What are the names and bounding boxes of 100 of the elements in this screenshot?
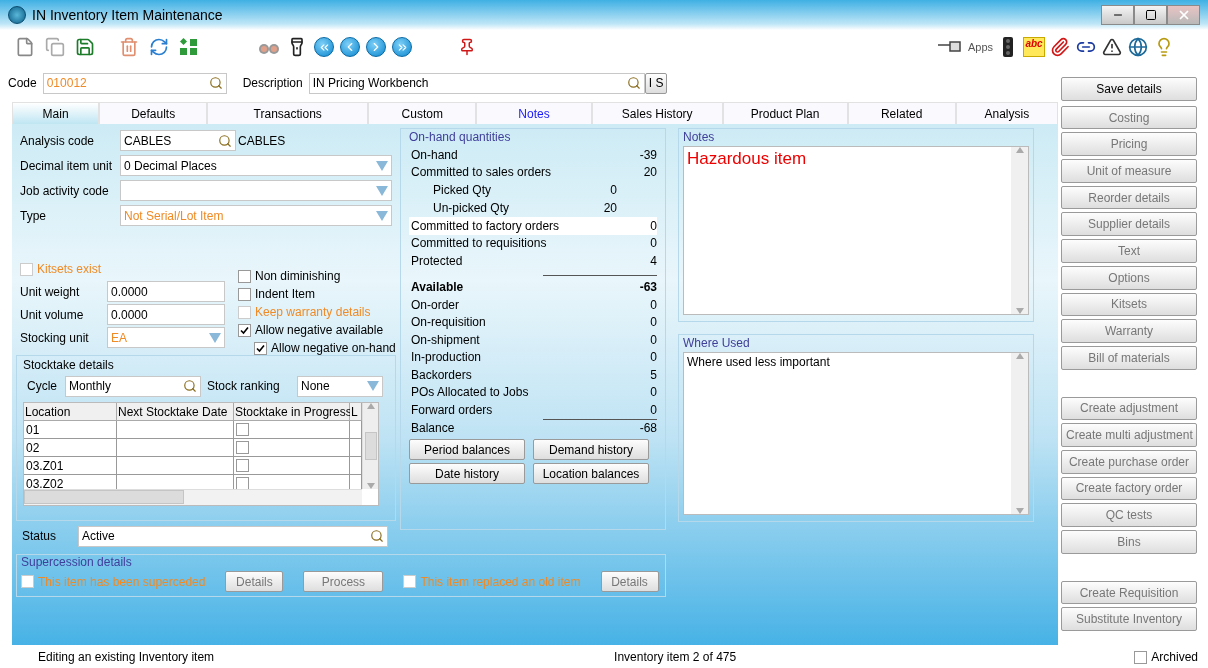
dropdown-field[interactable] bbox=[120, 180, 392, 201]
input-field[interactable]: CABLES bbox=[120, 130, 236, 151]
dropdown-field[interactable]: None bbox=[297, 375, 383, 397]
scroll-up-icon[interactable] bbox=[1015, 353, 1024, 359]
tab[interactable]: Sales History bbox=[591, 102, 723, 124]
quantity-value: 0 bbox=[650, 350, 657, 365]
search-icon[interactable] bbox=[208, 76, 223, 90]
dropdown-arrow-icon[interactable] bbox=[376, 210, 388, 221]
action-button[interactable]: Details bbox=[225, 571, 284, 592]
field-label: Status bbox=[22, 529, 58, 543]
status-field[interactable]: Active bbox=[78, 525, 388, 547]
search-icon[interactable] bbox=[218, 133, 232, 148]
action-button[interactable]: Details bbox=[600, 571, 659, 592]
maximize-button[interactable] bbox=[1134, 5, 1167, 25]
input-field[interactable]: Monthly bbox=[65, 375, 201, 397]
quantity-value: 0 bbox=[650, 315, 657, 330]
tab[interactable]: Product Plan bbox=[722, 102, 848, 124]
quantity-label: On-hand bbox=[411, 147, 458, 162]
checkbox[interactable] bbox=[238, 287, 251, 301]
scroll-down-icon[interactable] bbox=[1015, 508, 1024, 514]
apps-label[interactable]: Apps bbox=[968, 41, 994, 53]
tab[interactable]: Main bbox=[12, 102, 100, 124]
vertical-scrollbar[interactable] bbox=[1011, 353, 1028, 514]
tab[interactable]: Custom bbox=[368, 102, 477, 124]
scroll-up-icon[interactable] bbox=[1015, 147, 1024, 153]
previous-record-button[interactable] bbox=[340, 37, 360, 57]
action-button[interactable]: Location balances bbox=[533, 463, 649, 484]
scroll-down-icon[interactable] bbox=[366, 483, 375, 489]
checkbox-label: Allow negative on-hand bbox=[271, 341, 396, 355]
vertical-scrollbar[interactable] bbox=[362, 403, 378, 489]
minimize-button[interactable] bbox=[1101, 5, 1134, 25]
quantity-value: -39 bbox=[639, 147, 657, 162]
horizontal-scrollbar[interactable] bbox=[24, 489, 362, 505]
notes-field[interactable]: Hazardous item bbox=[683, 146, 1029, 315]
checkbox[interactable] bbox=[238, 269, 251, 283]
action-button[interactable]: Process bbox=[303, 571, 384, 592]
checkbox[interactable] bbox=[254, 341, 267, 355]
scroll-down-icon[interactable] bbox=[1015, 308, 1024, 314]
action-button[interactable]: Date history bbox=[409, 463, 525, 484]
tab[interactable]: Notes bbox=[476, 102, 592, 124]
refresh-icon[interactable] bbox=[148, 36, 170, 58]
column-header[interactable]: Stocktake in Progress bbox=[234, 403, 350, 421]
search-icon[interactable] bbox=[626, 76, 641, 90]
checkbox[interactable] bbox=[20, 262, 33, 276]
where-used-field[interactable]: Where used less important bbox=[683, 352, 1029, 515]
vertical-scrollbar[interactable] bbox=[1011, 147, 1028, 314]
input-field[interactable]: 0.0000 bbox=[107, 304, 225, 325]
description-label: Description bbox=[242, 76, 303, 90]
globe-search-icon[interactable] bbox=[1127, 36, 1150, 58]
search-icon[interactable] bbox=[370, 529, 384, 543]
last-record-button[interactable] bbox=[392, 37, 412, 57]
column-header[interactable]: L bbox=[350, 403, 362, 421]
dropdown-arrow-icon[interactable] bbox=[367, 381, 379, 391]
search-icon[interactable] bbox=[183, 379, 197, 393]
dropdown-field[interactable]: 0 Decimal Places bbox=[120, 155, 392, 176]
dropdown-arrow-icon[interactable] bbox=[376, 185, 388, 196]
checkbox[interactable] bbox=[238, 323, 251, 337]
spellcheck-icon[interactable]: abc bbox=[1023, 37, 1046, 57]
tab[interactable]: Transactions bbox=[207, 102, 369, 124]
action-button[interactable]: Demand history bbox=[533, 439, 649, 460]
checkbox-label: This item has been superceded bbox=[38, 574, 206, 589]
field-label: Job activity code bbox=[20, 183, 110, 198]
dropdown-arrow-icon[interactable] bbox=[376, 160, 388, 171]
checkbox[interactable] bbox=[403, 575, 417, 588]
grid-icon[interactable] bbox=[178, 36, 200, 58]
trash-icon[interactable] bbox=[118, 36, 140, 58]
i-s-button[interactable]: I S bbox=[644, 72, 668, 94]
first-record-button[interactable] bbox=[314, 37, 334, 57]
column-header[interactable]: Next Stocktake Date bbox=[117, 403, 234, 421]
checkbox[interactable] bbox=[238, 305, 251, 319]
action-button[interactable]: Period balances bbox=[409, 439, 525, 460]
column-header[interactable]: Location bbox=[24, 403, 117, 421]
checkbox[interactable] bbox=[236, 477, 249, 489]
tab[interactable]: Defaults bbox=[99, 102, 208, 124]
tab[interactable]: Related bbox=[847, 102, 956, 124]
paperclip-icon[interactable] bbox=[1049, 36, 1072, 58]
quantity-value: -63 bbox=[639, 280, 657, 295]
copy-icon[interactable] bbox=[44, 36, 66, 58]
quantity-value: 0 bbox=[650, 402, 657, 417]
side-button[interactable]: Save details bbox=[1061, 77, 1197, 101]
warning-icon[interactable] bbox=[1101, 36, 1124, 58]
quantity-label: Committed to sales orders bbox=[411, 165, 552, 180]
quantity-value: 4 bbox=[650, 253, 657, 268]
checkbox[interactable] bbox=[236, 423, 249, 436]
save-icon[interactable] bbox=[74, 36, 96, 58]
scroll-up-icon[interactable] bbox=[366, 403, 375, 409]
tab[interactable]: Analysis bbox=[955, 102, 1058, 124]
dropdown-arrow-icon[interactable] bbox=[209, 332, 221, 343]
checkbox-label: Indent Item bbox=[255, 287, 316, 301]
checkbox[interactable] bbox=[236, 441, 249, 454]
checkbox[interactable] bbox=[236, 459, 249, 472]
input-field[interactable]: 0.0000 bbox=[107, 281, 225, 302]
plug-icon[interactable] bbox=[938, 40, 964, 54]
window-title: IN Inventory Item Maintenance bbox=[32, 7, 223, 23]
checkbox[interactable] bbox=[1134, 650, 1148, 664]
table-cell: 01 bbox=[24, 421, 117, 439]
code-label: Code bbox=[8, 76, 37, 90]
next-record-button[interactable] bbox=[366, 37, 386, 57]
checkbox[interactable] bbox=[21, 575, 34, 588]
description-field[interactable]: IN Pricing Workbench bbox=[308, 72, 645, 94]
